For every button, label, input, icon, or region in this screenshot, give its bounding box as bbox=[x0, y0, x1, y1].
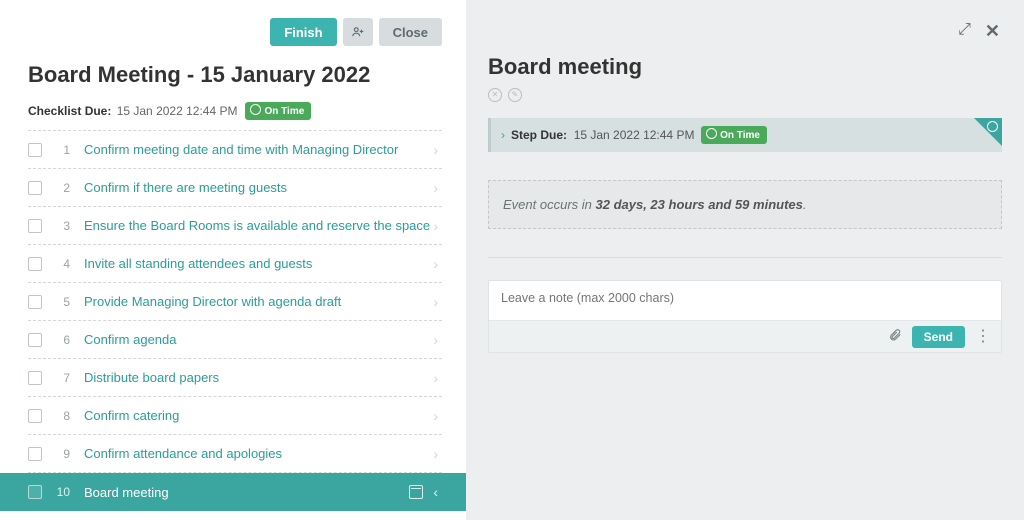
chevron-left-icon: ‹ bbox=[433, 484, 442, 500]
checklist-item[interactable]: 5 Provide Managing Director with agenda d… bbox=[28, 283, 442, 321]
item-label: Confirm attendance and apologies bbox=[84, 446, 433, 461]
event-suffix: . bbox=[803, 197, 807, 212]
event-countdown-box: Event occurs in 32 days, 23 hours and 59… bbox=[488, 180, 1002, 229]
status-badge-text: On Time bbox=[264, 106, 304, 117]
item-label: Ensure the Board Rooms is available and … bbox=[84, 218, 433, 233]
checkbox[interactable] bbox=[28, 447, 42, 461]
chevron-right-icon: › bbox=[433, 332, 442, 348]
clock-icon bbox=[706, 128, 717, 142]
item-number: 2 bbox=[56, 181, 70, 195]
chevron-right-icon: › bbox=[501, 128, 505, 142]
step-status-badge: On Time bbox=[701, 126, 767, 144]
note-input[interactable] bbox=[489, 281, 1001, 315]
item-number: 8 bbox=[56, 409, 70, 423]
item-label: Board meeting bbox=[84, 485, 409, 500]
checklist-item[interactable]: 1 Confirm meeting date and time with Mana… bbox=[28, 131, 442, 169]
checkbox[interactable] bbox=[28, 409, 42, 423]
checklist-item[interactable]: 10 Board meeting ‹ bbox=[0, 473, 466, 511]
chevron-right-icon: › bbox=[433, 256, 442, 272]
close-button[interactable]: Close bbox=[379, 18, 442, 46]
checklist-item[interactable]: 2 Confirm if there are meeting guests› bbox=[28, 169, 442, 207]
note-composer: Send ⋮ bbox=[488, 280, 1002, 353]
history-icon bbox=[987, 121, 998, 132]
assign-button[interactable] bbox=[343, 18, 373, 46]
item-number: 5 bbox=[56, 295, 70, 309]
item-number: 6 bbox=[56, 333, 70, 347]
divider bbox=[488, 257, 1002, 258]
chevron-right-icon: › bbox=[433, 180, 442, 196]
checklist-item[interactable]: 3 Ensure the Board Rooms is available and… bbox=[28, 207, 442, 245]
checkbox[interactable] bbox=[28, 333, 42, 347]
finish-button[interactable]: Finish bbox=[270, 18, 336, 46]
checklist-due-label: Checklist Due: bbox=[28, 104, 111, 118]
toolbar: Finish Close bbox=[28, 18, 442, 46]
item-label: Confirm agenda bbox=[84, 332, 433, 347]
calendar-icon bbox=[409, 485, 423, 499]
step-detail-panel: ⤢ ✕ Board meeting ✕ ✎ › Step Due: 15 Jan… bbox=[466, 0, 1024, 520]
checklist-due-row: Checklist Due: 15 Jan 2022 12:44 PM On T… bbox=[28, 102, 442, 120]
page-title: Board Meeting - 15 January 2022 bbox=[28, 62, 442, 88]
step-title: Board meeting bbox=[488, 54, 1002, 80]
checkbox[interactable] bbox=[28, 371, 42, 385]
chevron-right-icon: › bbox=[433, 408, 442, 424]
item-label: Confirm catering bbox=[84, 408, 433, 423]
clock-icon bbox=[250, 104, 261, 118]
item-label: Invite all standing attendees and guests bbox=[84, 256, 433, 271]
assignee-icon[interactable]: ✕ bbox=[488, 88, 502, 102]
item-label: Confirm meeting date and time with Manag… bbox=[84, 142, 433, 157]
item-number: 10 bbox=[56, 485, 70, 499]
checklist-item[interactable]: 7 Distribute board papers› bbox=[28, 359, 442, 397]
item-number: 3 bbox=[56, 219, 70, 233]
note-actions: Send ⋮ bbox=[489, 320, 1001, 352]
chevron-right-icon: › bbox=[433, 294, 442, 310]
checklist-item[interactable]: 9 Confirm attendance and apologies› bbox=[28, 435, 442, 473]
chevron-right-icon: › bbox=[433, 218, 442, 234]
step-due-value: 15 Jan 2022 12:44 PM bbox=[574, 128, 695, 142]
checkbox[interactable] bbox=[28, 257, 42, 271]
close-icon[interactable]: ✕ bbox=[985, 22, 1000, 40]
comment-icon[interactable]: ✎ bbox=[508, 88, 522, 102]
attachment-icon[interactable] bbox=[888, 328, 902, 345]
item-number: 4 bbox=[56, 257, 70, 271]
item-label: Confirm if there are meeting guests bbox=[84, 180, 433, 195]
chevron-right-icon: › bbox=[433, 370, 442, 386]
chevron-right-icon: › bbox=[433, 142, 442, 158]
status-badge-ontime: On Time bbox=[245, 102, 311, 120]
checkbox[interactable] bbox=[28, 143, 42, 157]
chevron-right-icon: › bbox=[433, 446, 442, 462]
checkbox[interactable] bbox=[28, 181, 42, 195]
checkbox[interactable] bbox=[28, 295, 42, 309]
checkbox[interactable] bbox=[28, 485, 42, 499]
event-prefix: Event occurs in bbox=[503, 197, 596, 212]
item-number: 7 bbox=[56, 371, 70, 385]
item-label: Provide Managing Director with agenda dr… bbox=[84, 294, 433, 309]
checklist-list: 1 Confirm meeting date and time with Mana… bbox=[28, 130, 442, 511]
expand-icon[interactable]: ⤢ bbox=[958, 22, 971, 40]
event-countdown: 32 days, 23 hours and 59 minutes bbox=[596, 197, 803, 212]
panel-window-controls: ⤢ ✕ bbox=[958, 22, 1000, 40]
checkbox[interactable] bbox=[28, 219, 42, 233]
checklist-due-value: 15 Jan 2022 12:44 PM bbox=[117, 104, 238, 118]
checklist-item[interactable]: 8 Confirm catering› bbox=[28, 397, 442, 435]
item-number: 9 bbox=[56, 447, 70, 461]
step-due-label: Step Due: bbox=[511, 128, 567, 142]
step-status-text: On Time bbox=[720, 130, 760, 141]
step-meta-icons: ✕ ✎ bbox=[488, 88, 1002, 102]
person-plus-icon bbox=[351, 25, 365, 39]
more-icon[interactable]: ⋮ bbox=[975, 329, 991, 345]
checklist-item[interactable]: 4 Invite all standing attendees and guest… bbox=[28, 245, 442, 283]
checklist-item[interactable]: 6 Confirm agenda› bbox=[28, 321, 442, 359]
item-label: Distribute board papers bbox=[84, 370, 433, 385]
send-button[interactable]: Send bbox=[912, 326, 965, 348]
step-due-bar[interactable]: › Step Due: 15 Jan 2022 12:44 PM On Time bbox=[488, 118, 1002, 152]
item-number: 1 bbox=[56, 143, 70, 157]
checklist-panel: Finish Close Board Meeting - 15 January … bbox=[0, 0, 466, 520]
